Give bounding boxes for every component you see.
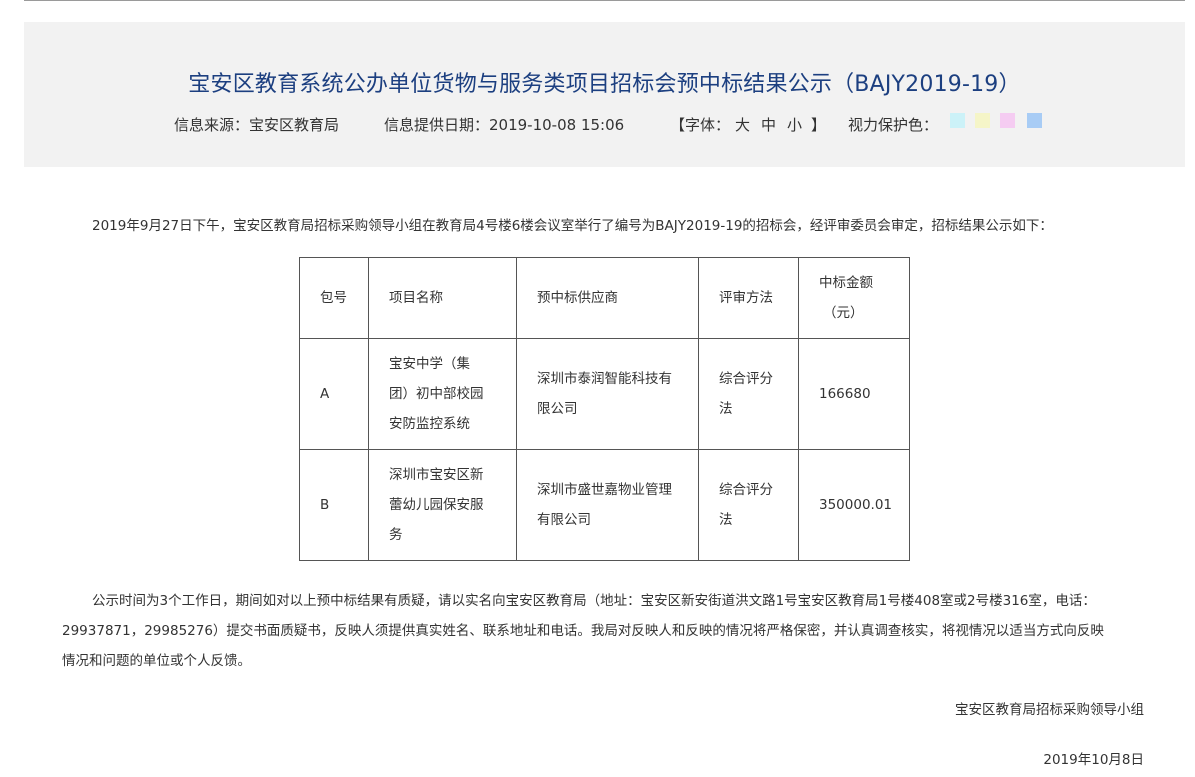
- page-title: 宝安区教育系统公办单位货物与服务类项目招标会预中标结果公示（BAJY2019-1…: [188, 72, 1021, 97]
- cell-project: 宝安中学（集 团）初中部校园 安防监控系统: [368, 338, 517, 450]
- header-project: 项目名称: [368, 257, 517, 339]
- cell-line: 深圳市宝安区新: [389, 467, 484, 483]
- header-amount: 中标金额 （元）: [798, 257, 910, 339]
- notice-line: 情况和问题的单位或个人反馈。: [62, 653, 251, 669]
- cell-line: 综合评分: [719, 371, 773, 387]
- publish-date: 2019年10月8日: [1043, 752, 1144, 768]
- cell-project: 深圳市宝安区新 蕾幼儿园保安服 务: [368, 449, 517, 561]
- font-size-label-close: 】: [811, 116, 827, 134]
- header-amount-line1: 中标金额: [819, 275, 873, 291]
- header-supplier: 预中标供应商: [516, 257, 699, 339]
- notice-line: 公示时间为3个工作日，期间如对以上预中标结果有质疑，请以实名向宝安区教育局（地址…: [92, 593, 1096, 609]
- cell-line: 宝安中学（集: [389, 356, 470, 372]
- top-border: [24, 0, 1185, 1]
- cell-line: 限公司: [537, 401, 578, 417]
- info-source: 信息来源：宝安区教育局: [174, 116, 340, 134]
- cell-method: 综合评分 法: [698, 449, 799, 561]
- font-large-button[interactable]: 大: [735, 114, 750, 135]
- header-package: 包号: [299, 257, 369, 339]
- cell-line: 蕾幼儿园保安服: [389, 497, 484, 513]
- cell-supplier: 深圳市泰润智能科技有 限公司: [516, 338, 699, 450]
- notice-line: 29937871，29985276）提交书面质疑书，反映人须提供真实姓名、联系地…: [62, 623, 1104, 639]
- cell-line: 务: [389, 527, 403, 543]
- header-method: 评审方法: [698, 257, 799, 339]
- cell-line: 安防监控系统: [389, 416, 470, 432]
- eye-color-yellow-swatch[interactable]: [975, 113, 990, 128]
- intro-paragraph: 2019年9月27日下午，宝安区教育局招标采购领导小组在教育局4号楼6楼会议室举…: [92, 218, 1053, 234]
- eye-protect-label: 视力保护色：: [848, 116, 939, 134]
- cell-method: 综合评分 法: [698, 338, 799, 450]
- header-amount-line2: （元）: [823, 305, 864, 321]
- article-header: 宝安区教育系统公办单位货物与服务类项目招标会预中标结果公示（BAJY2019-1…: [24, 22, 1185, 167]
- cell-line: 团）初中部校园: [389, 386, 484, 402]
- table-row: A 宝安中学（集 团）初中部校园 安防监控系统 深圳市泰润智能科技有 限公司 综…: [299, 338, 910, 450]
- font-size-label: 【字体：: [670, 116, 731, 134]
- eye-color-cyan-swatch[interactable]: [950, 113, 965, 128]
- cell-package: A: [299, 338, 369, 450]
- cell-line: 有限公司: [537, 512, 591, 528]
- cell-line: 深圳市泰润智能科技有: [537, 371, 672, 387]
- cell-line: 法: [719, 401, 733, 417]
- cell-line: 深圳市盛世嘉物业管理: [537, 482, 672, 498]
- cell-line: 综合评分: [719, 482, 773, 498]
- eye-color-blue-swatch[interactable]: [1027, 113, 1042, 128]
- font-small-button[interactable]: 小: [787, 114, 802, 135]
- cell-amount: 166680: [798, 338, 910, 450]
- font-medium-button[interactable]: 中: [761, 114, 776, 135]
- signature: 宝安区教育局招标采购领导小组: [955, 702, 1144, 718]
- cell-amount: 350000.01: [798, 449, 910, 561]
- eye-color-pink-swatch[interactable]: [1000, 113, 1015, 128]
- cell-line: 法: [719, 512, 733, 528]
- cell-package: B: [299, 449, 369, 561]
- cell-supplier: 深圳市盛世嘉物业管理 有限公司: [516, 449, 699, 561]
- info-date: 信息提供日期：2019-10-08 15:06: [384, 116, 625, 134]
- table-row: B 深圳市宝安区新 蕾幼儿园保安服 务 深圳市盛世嘉物业管理 有限公司 综合评分…: [299, 449, 910, 561]
- table-header-row: 包号 项目名称 预中标供应商 评审方法 中标金额 （元）: [299, 257, 910, 339]
- result-table: 包号 项目名称 预中标供应商 评审方法 中标金额 （元） A 宝安中学（集 团）…: [299, 257, 910, 561]
